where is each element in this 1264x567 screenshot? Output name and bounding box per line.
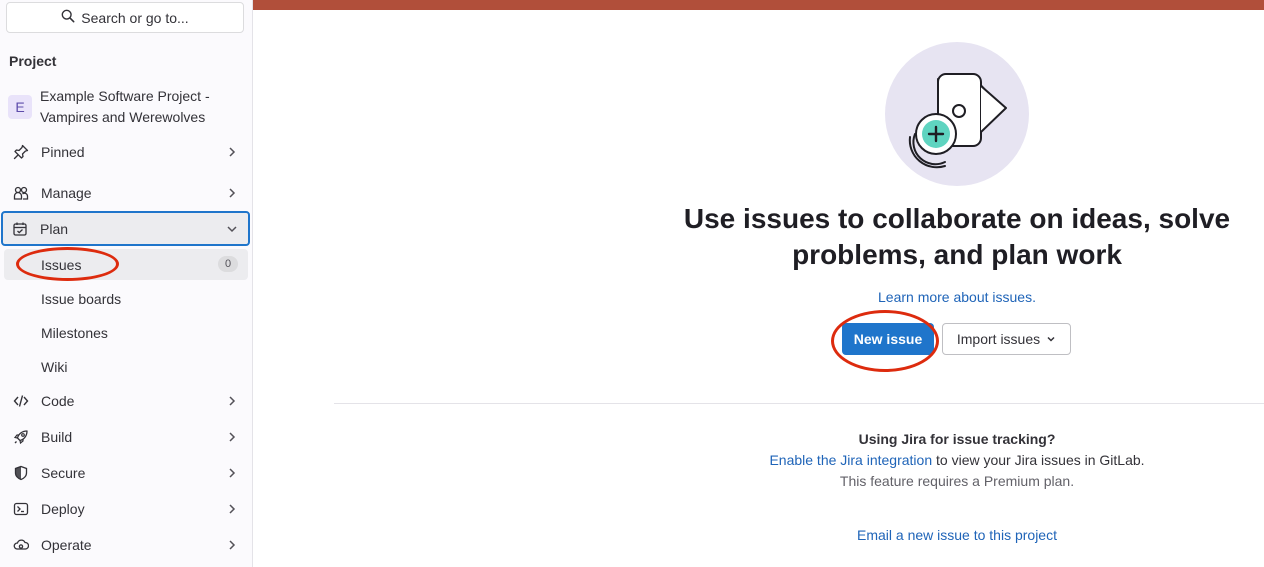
sidebar-item-manage[interactable]: Manage bbox=[4, 177, 248, 209]
import-issues-label: Import issues bbox=[956, 331, 1041, 347]
sidebar-item-label: Milestones bbox=[41, 324, 108, 341]
chevron-right-icon bbox=[224, 501, 240, 517]
jira-text-rest: to view your Jira issues in GitLab. bbox=[932, 452, 1145, 468]
deploy-icon bbox=[13, 501, 29, 517]
sidebar-item-label: Wiki bbox=[41, 358, 68, 375]
shield-icon bbox=[13, 465, 29, 481]
cloud-gear-icon bbox=[13, 537, 29, 553]
chevron-down-icon bbox=[1046, 331, 1056, 347]
sidebar-item-label: Plan bbox=[40, 220, 69, 237]
enable-jira-link[interactable]: Enable the Jira integration bbox=[769, 452, 932, 468]
project-name: Example Software Project - Vampires and … bbox=[40, 88, 210, 125]
sidebar-subitem-issue-boards[interactable]: Issue boards bbox=[4, 283, 248, 314]
empty-state-title: Use issues to collaborate on ideas, solv… bbox=[683, 203, 1231, 270]
sidebar-item-pinned[interactable]: Pinned bbox=[4, 136, 248, 168]
chevron-right-icon bbox=[224, 393, 240, 409]
sidebar-item-secure[interactable]: Secure bbox=[4, 457, 248, 489]
sidebar-item-label: Pinned bbox=[41, 144, 85, 160]
sidebar-item-operate[interactable]: Operate bbox=[4, 529, 248, 561]
sidebar: Search or go to... Project E Example Sof… bbox=[0, 0, 253, 567]
import-issues-dropdown[interactable]: Import issues bbox=[942, 323, 1071, 355]
jira-note: This feature requires a Premium plan. bbox=[839, 473, 1075, 489]
sidebar-item-label: Issue boards bbox=[41, 290, 122, 307]
issues-illustration bbox=[885, 42, 1029, 186]
learn-more-link[interactable]: Learn more about issues. bbox=[660, 289, 1254, 305]
sidebar-item-label: Build bbox=[41, 429, 73, 445]
sidebar-subitem-issues[interactable]: Issues 0 bbox=[4, 249, 248, 280]
search-placeholder: Search or go to... bbox=[81, 9, 189, 26]
issue-count-badge: 0 bbox=[218, 256, 238, 272]
users-icon bbox=[13, 185, 29, 201]
chevron-right-icon bbox=[224, 144, 240, 160]
project-avatar: E bbox=[8, 95, 32, 119]
project-link[interactable]: E Example Software Project - Vampires an… bbox=[8, 86, 248, 128]
code-icon bbox=[13, 393, 29, 409]
pin-icon bbox=[13, 144, 29, 160]
chevron-right-icon bbox=[224, 537, 240, 553]
top-banner bbox=[253, 0, 1264, 10]
sidebar-item-label: Code bbox=[41, 393, 75, 409]
sidebar-item-label: Issues bbox=[41, 256, 82, 273]
jira-title: Using Jira for issue tracking? bbox=[858, 431, 1056, 447]
chevron-right-icon bbox=[224, 185, 240, 201]
sidebar-item-deploy[interactable]: Deploy bbox=[4, 493, 248, 525]
new-issue-button[interactable]: New issue bbox=[842, 323, 934, 355]
section-title: Project bbox=[9, 53, 57, 69]
sidebar-subitem-milestones[interactable]: Milestones bbox=[4, 317, 248, 348]
rocket-icon bbox=[13, 429, 29, 445]
sidebar-item-label: Manage bbox=[41, 185, 92, 201]
email-issue-link[interactable]: Email a new issue to this project bbox=[660, 527, 1254, 543]
sidebar-item-label: Deploy bbox=[41, 501, 85, 517]
chevron-right-icon bbox=[224, 465, 240, 481]
sidebar-item-label: Secure bbox=[41, 465, 86, 481]
sidebar-subitem-wiki[interactable]: Wiki bbox=[4, 351, 248, 382]
sidebar-item-build[interactable]: Build bbox=[4, 421, 248, 453]
calendar-icon bbox=[12, 221, 28, 237]
sidebar-item-plan[interactable]: Plan bbox=[1, 211, 250, 246]
jira-text: Enable the Jira integration to view your… bbox=[660, 452, 1254, 468]
chevron-right-icon bbox=[224, 429, 240, 445]
search-input[interactable]: Search or go to... bbox=[6, 2, 244, 33]
divider bbox=[334, 403, 1264, 404]
sidebar-item-label: Operate bbox=[41, 537, 92, 553]
chevron-down-icon bbox=[224, 221, 240, 237]
sidebar-item-code[interactable]: Code bbox=[4, 385, 248, 417]
search-icon bbox=[61, 9, 75, 26]
